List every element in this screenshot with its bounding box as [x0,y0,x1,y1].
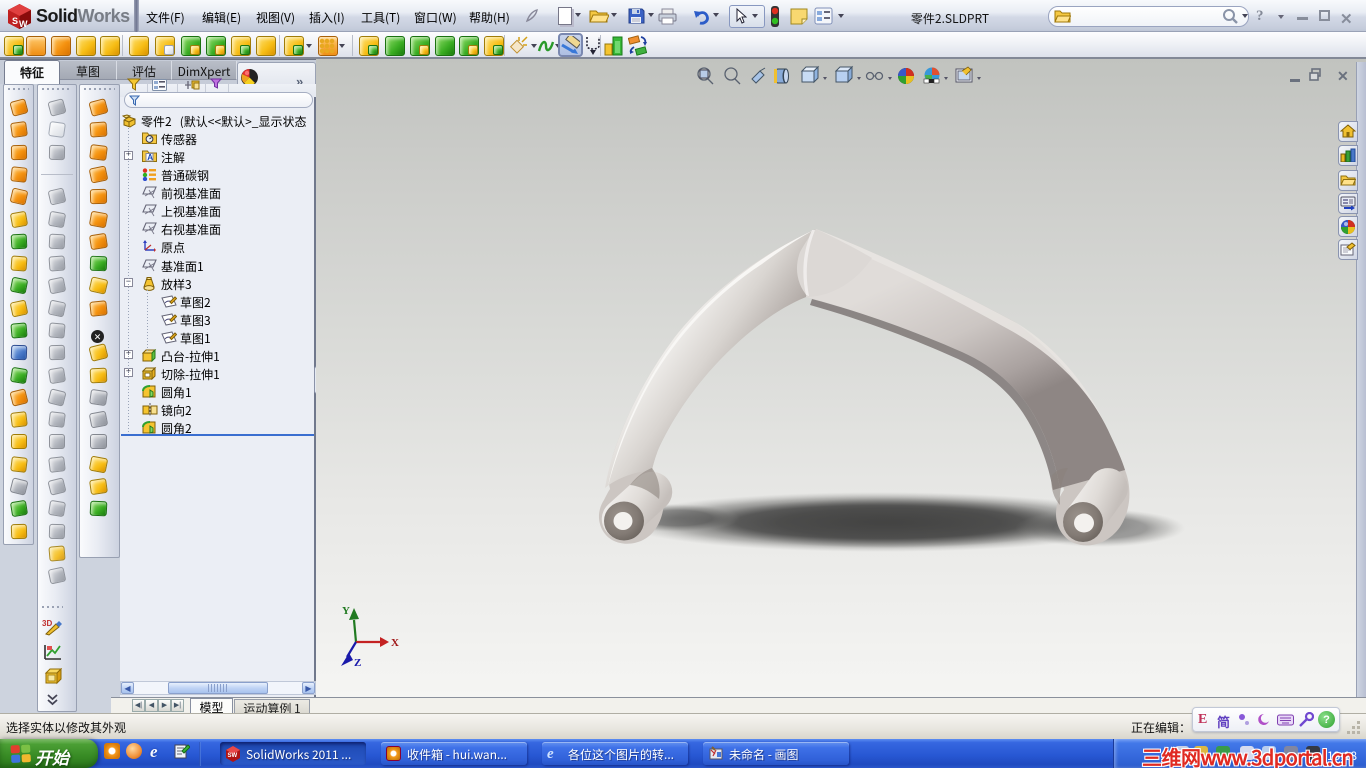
svg-text:A: A [147,153,153,162]
svg-text:Y: Y [342,605,350,617]
svg-text:S: S [12,16,18,26]
svg-text:Z: Z [354,657,361,668]
svg-text:3D: 3D [42,619,52,628]
svg-text:W: W [19,19,28,29]
svg-text:SW: SW [228,753,238,759]
svg-text:X: X [391,637,399,649]
